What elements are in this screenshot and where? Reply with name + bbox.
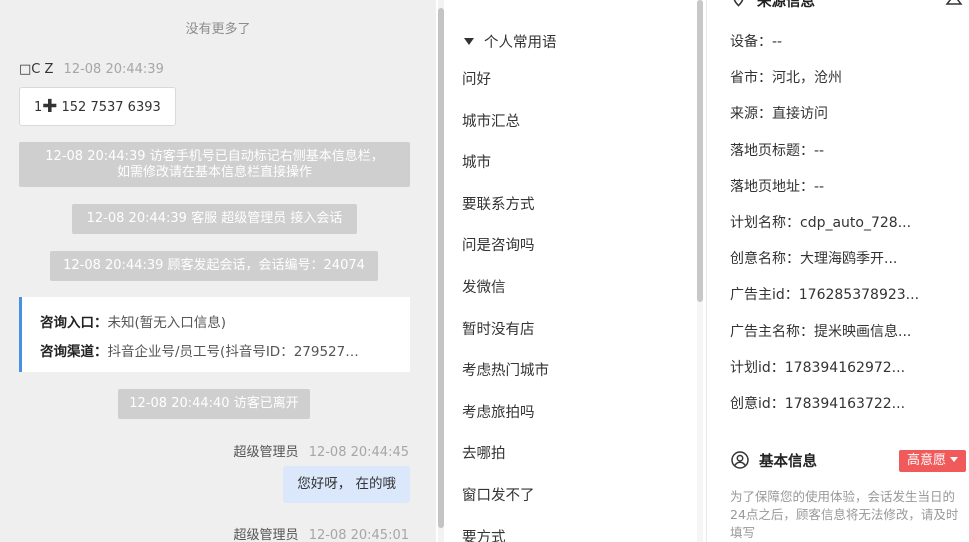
phrase-item[interactable]: 暂时没有店 bbox=[462, 310, 549, 352]
source-info-field: 设备：-- bbox=[730, 34, 783, 50]
system-message-line: 如需修改请在基本信息栏直接操作 bbox=[116, 165, 312, 180]
phrases-scrollbar[interactable] bbox=[697, 0, 703, 542]
visitor-time: 12-08 20:44:39 bbox=[63, 62, 164, 77]
source-info-field: 创意id：178394163722... bbox=[730, 395, 906, 412]
no-more-text: 没有更多了 bbox=[185, 22, 251, 37]
phrase-group-header[interactable]: 个人常用语 bbox=[464, 31, 557, 52]
quick-phrases-panel: 个人常用语 问好 城市汇总 城市 要联系方式 问是咨询吗 发微信 暂时没有店 考虑热门城市 考虑… bbox=[444, 0, 706, 542]
phrase-group-title: 个人常用语 bbox=[484, 35, 557, 51]
consult-channel-row: 咨询渠道：抖音企业号/员工号(抖音号ID：279527… bbox=[40, 340, 410, 369]
agent-time: 12-08 20:45:01 bbox=[308, 528, 409, 542]
agent-time: 12-08 20:44:45 bbox=[308, 445, 409, 460]
edit-notice-text: 为了保障您的使用体验，会话发生当日的24点之后，顾客信息将无法修改，请及时填写 bbox=[730, 489, 959, 540]
system-message-agent-joined: 12-08 20:44:39 客服 超级管理员 接入会话 bbox=[72, 204, 357, 234]
plus-icon: ✚ bbox=[42, 96, 58, 117]
consult-channel-value: 抖音企业号/员工号(抖音号ID：279527… bbox=[107, 344, 359, 360]
source-info-field: 广告主id：176285378923... bbox=[730, 287, 920, 304]
phrase-item[interactable]: 城市汇总 bbox=[462, 102, 549, 144]
agent-meta: 超级管理员 12-08 20:44:45 bbox=[234, 441, 409, 460]
source-info-field: 计划id：178394162972... bbox=[730, 359, 906, 376]
phrase-item[interactable]: 问是咨询吗 bbox=[462, 226, 549, 268]
basic-info-title-row: 基本信息 bbox=[731, 450, 817, 471]
source-info-title: 来源信息 bbox=[757, 0, 815, 10]
source-info-field: 广告主名称：提米映画信息... bbox=[730, 323, 912, 340]
phrase-item[interactable]: 窗口发不了 bbox=[462, 476, 549, 518]
system-message-line: 12-08 20:44:39 访客手机号已自动标记右侧基本信息栏， bbox=[45, 149, 384, 164]
phrase-item[interactable]: 去哪拍 bbox=[462, 434, 549, 476]
phone-rest: 152 7537 6393 bbox=[61, 100, 161, 115]
consult-entry-value: 未知(暂无入口信息) bbox=[107, 315, 227, 331]
location-pin-icon bbox=[733, 0, 744, 7]
source-info-field: 落地页标题：-- bbox=[730, 142, 825, 159]
source-info-field: 计划名称：cdp_auto_728... bbox=[730, 214, 912, 231]
agent-name: 超级管理员 bbox=[233, 445, 299, 460]
intent-level-dropdown[interactable]: 高意愿 bbox=[899, 450, 967, 472]
visitor-meta: □C Z 12-08 20:44:39 bbox=[19, 62, 164, 77]
consult-entry-label: 咨询入口： bbox=[40, 315, 108, 331]
basic-info-title: 基本信息 bbox=[759, 454, 817, 470]
phrase-item[interactable]: 要方式 bbox=[462, 518, 549, 542]
source-info-field: 落地页地址：-- bbox=[730, 178, 825, 195]
source-info-field: 来源：直接访问 bbox=[730, 106, 828, 123]
intent-level-value: 高意愿 bbox=[907, 453, 947, 468]
consult-entry-row: 咨询入口：未知(暂无入口信息) bbox=[40, 311, 410, 340]
user-circle-icon bbox=[731, 451, 749, 469]
visitor-name: □C Z bbox=[19, 62, 54, 77]
phrase-list: 问好 城市汇总 城市 要联系方式 问是咨询吗 发微信 暂时没有店 考虑热门城市 考虑旅拍吗 去哪拍… bbox=[462, 60, 549, 542]
agent-meta: 超级管理员 12-08 20:45:01 bbox=[234, 524, 409, 542]
phrase-item[interactable]: 问好 bbox=[462, 60, 549, 102]
phrases-scrollbar-thumb[interactable] bbox=[697, 0, 703, 302]
visitor-phone-bubble[interactable]: 1✚ 152 7537 6393 bbox=[19, 87, 176, 126]
phrase-item[interactable]: 要联系方式 bbox=[462, 185, 549, 227]
customer-info-panel: 来源信息 设备：-- 省市：河北，沧州 来源：直接访问 落地页标题：-- 落地页地址：-… bbox=[707, 0, 969, 542]
chat-panel: 没有更多了 □C Z 12-08 20:44:39 1✚ 152 7537 63… bbox=[0, 0, 436, 542]
phrase-item[interactable]: 城市 bbox=[462, 143, 549, 185]
system-message-phone-marked: 12-08 20:44:39 访客手机号已自动标记右侧基本信息栏， 如需修改请在… bbox=[19, 142, 410, 187]
phrase-item[interactable]: 发微信 bbox=[462, 268, 549, 310]
edit-icon[interactable] bbox=[945, 0, 963, 8]
caret-down-icon bbox=[464, 38, 474, 45]
agent-message-bubble[interactable]: 您好呀， 在的哦 bbox=[283, 466, 410, 503]
agent-name: 超级管理员 bbox=[233, 528, 299, 542]
source-info-field: 省市：河北，沧州 bbox=[730, 70, 842, 87]
caret-down-icon bbox=[950, 457, 959, 462]
source-info-list: 设备：-- 省市：河北，沧州 来源：直接访问 落地页标题：-- 落地页地址：-- 计划名称… bbox=[730, 24, 919, 422]
system-message-visitor-left: 12-08 20:44:40 访客已离开 bbox=[118, 389, 310, 419]
phrase-item[interactable]: 考虑热门城市 bbox=[462, 351, 549, 393]
system-message-session-start: 12-08 20:44:39 顾客发起会话，会话编号：24074 bbox=[50, 251, 378, 281]
consult-channel-label: 咨询渠道： bbox=[40, 344, 108, 360]
phrase-item[interactable]: 考虑旅拍吗 bbox=[462, 393, 549, 435]
source-info-field: 创意名称：大理海鸥季开... bbox=[730, 251, 898, 268]
consult-info-card: 咨询入口：未知(暂无入口信息) 咨询渠道：抖音企业号/员工号(抖音号ID：279… bbox=[19, 297, 410, 372]
